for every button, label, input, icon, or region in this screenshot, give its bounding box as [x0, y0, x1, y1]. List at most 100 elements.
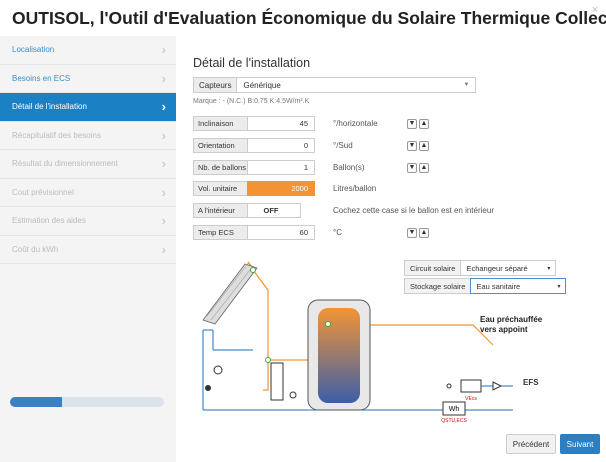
temp-unit: °C	[333, 228, 342, 237]
sidebar-item-aides[interactable]: Estimation des aides ›	[0, 207, 176, 236]
interieur-row: A l'intérieur OFF Cochez cette case si l…	[193, 203, 494, 218]
temp-input[interactable]: 60	[247, 225, 315, 240]
section-title: Détail de l'installation	[193, 56, 311, 70]
stockage-value: Eau sanitaire	[476, 281, 521, 291]
chevron-up-icon[interactable]: ▲	[419, 118, 429, 129]
chevron-up-icon[interactable]: ▲	[419, 140, 429, 151]
orientation-label: Orientation	[193, 138, 247, 153]
chevron-right-icon: ›	[161, 99, 166, 115]
eau-label: Eau préchauffée vers appoint	[480, 315, 542, 335]
vecs-label: VEcs	[465, 396, 477, 402]
inclinaison-label: Inclinaison	[193, 116, 247, 131]
interieur-label: A l'intérieur	[193, 203, 247, 218]
sidebar-item-kwh[interactable]: Coût du kWh ›	[0, 236, 176, 264]
eau-line1: Eau préchauffée	[480, 315, 543, 324]
sidebar-item-label: Résultat du dimensionnement	[12, 159, 118, 169]
sidebar-item-localisation[interactable]: Localisation ›	[0, 36, 176, 65]
chevron-down-icon[interactable]: ▼	[407, 227, 417, 238]
circuit-select[interactable]: Echangeur séparé ▾	[460, 260, 557, 276]
marque-text: Marque : - (N.C.) B:0.75 K:4.5W/m².K	[193, 98, 310, 105]
sensor-icon	[250, 267, 256, 273]
inclinaison-unit: °/horizontale	[333, 119, 378, 128]
orientation-input[interactable]: 0	[247, 138, 315, 153]
solar-panel	[202, 263, 258, 325]
sidebar-item-label: Cout prévisionnel	[12, 187, 74, 197]
app-title: OUTISOL, l'Outil d'Evaluation Économique…	[12, 8, 606, 28]
node-icon	[446, 383, 452, 389]
temp-stepper: ▼ ▲	[407, 227, 429, 238]
circuit-label: Circuit solaire	[404, 260, 461, 276]
previous-button[interactable]: Précédent	[506, 434, 556, 454]
caret-down-icon: ▼	[463, 82, 470, 88]
meter-icon	[460, 379, 482, 393]
inclinaison-row: Inclinaison 45 °/horizontale ▼ ▲	[193, 116, 429, 131]
chevron-right-icon: ›	[161, 184, 166, 200]
chevron-down-icon[interactable]: ▼	[407, 118, 417, 129]
chevron-right-icon: ›	[161, 42, 166, 58]
chevron-down-icon[interactable]: ▼	[407, 140, 417, 151]
sidebar-item-label: Coût du kWh	[12, 244, 59, 254]
sidebar-item-label: Récapitulatif des besoins	[12, 130, 101, 140]
tank-water	[318, 308, 360, 403]
circuit-row: Circuit solaire Echangeur séparé ▾	[404, 260, 557, 276]
ballons-row: Nb. de ballons 1 Ballon(s) ▼ ▲	[193, 160, 429, 175]
sidebar-item-label: Estimation des aides	[12, 216, 86, 226]
chevron-up-icon[interactable]: ▲	[419, 162, 429, 173]
ballons-stepper: ▼ ▲	[407, 162, 429, 173]
circuit-value: Echangeur séparé	[466, 263, 528, 273]
vol-unit: Litres/ballon	[333, 184, 377, 193]
next-button[interactable]: Suivant	[560, 434, 600, 454]
temp-label: Temp ECS	[193, 225, 247, 240]
chevron-up-icon[interactable]: ▲	[419, 227, 429, 238]
sidebar-item-resultat[interactable]: Résultat du dimensionnement ›	[0, 150, 176, 179]
wh-label: Wh	[449, 406, 460, 413]
sidebar-item-besoins[interactable]: Besoins en ECS ›	[0, 65, 176, 93]
inclinaison-input[interactable]: 45	[247, 116, 315, 131]
vol-input[interactable]: 2000	[247, 181, 315, 196]
pump-icon	[289, 391, 297, 399]
stockage-row: Stockage solaire Eau sanitaire ▾	[404, 278, 567, 294]
gauge-icon	[213, 365, 223, 375]
chevron-down-icon: ▾	[557, 283, 561, 290]
sidebar-item-cout[interactable]: Cout prévisionnel ›	[0, 179, 176, 207]
interieur-note: Cochez cette case si le ballon est en in…	[333, 206, 494, 215]
progress-fill	[10, 397, 63, 407]
temp-row: Temp ECS 60 °C ▼ ▲	[193, 225, 429, 240]
ballons-label: Nb. de ballons	[193, 160, 247, 175]
inclinaison-stepper: ▼ ▲	[407, 118, 429, 129]
interieur-toggle[interactable]: OFF	[247, 203, 301, 218]
capteurs-select[interactable]: Générique ▼	[236, 77, 477, 93]
chevron-down-icon[interactable]: ▼	[407, 162, 417, 173]
sidebar-item-detail[interactable]: Détail de l'installation ›	[0, 93, 176, 122]
chevron-right-icon: ›	[161, 70, 166, 86]
sensor-icon	[265, 357, 271, 363]
ballons-input[interactable]: 1	[247, 160, 315, 175]
heat-exchanger	[270, 362, 284, 401]
sidebar-item-recapitulatif[interactable]: Récapitulatif des besoins ›	[0, 122, 176, 150]
sidebar-item-label: Localisation	[12, 45, 55, 55]
sidebar-item-label: Besoins en ECS	[12, 73, 71, 83]
sensor-icon	[325, 321, 331, 327]
stockage-select[interactable]: Eau sanitaire ▾	[470, 278, 567, 294]
eau-line2: vers appoint	[480, 325, 528, 334]
capteurs-row: Capteurs Générique ▼	[193, 77, 477, 93]
qstu-label: QSTU,ECS	[441, 418, 467, 424]
stockage-label: Stockage solaire	[404, 278, 471, 294]
capteurs-value: Générique	[243, 80, 281, 90]
chevron-right-icon: ›	[161, 241, 166, 257]
progress-bar	[10, 397, 164, 407]
sidebar-item-label: Détail de l'installation	[12, 102, 87, 112]
orientation-row: Orientation 0 °/Sud ▼ ▲	[193, 138, 429, 153]
valve-icon	[492, 381, 503, 391]
chevron-right-icon: ›	[161, 156, 166, 172]
orientation-stepper: ▼ ▲	[407, 140, 429, 151]
vol-row: Vol. unitaire 2000 Litres/ballon	[193, 181, 407, 196]
chevron-right-icon: ›	[161, 213, 166, 229]
pump-icon	[205, 385, 211, 391]
chevron-down-icon: ▾	[547, 265, 551, 272]
chevron-right-icon: ›	[161, 127, 166, 143]
close-icon[interactable]: ×	[592, 4, 598, 16]
orientation-unit: °/Sud	[333, 141, 353, 150]
capteurs-label: Capteurs	[193, 77, 237, 93]
vol-label: Vol. unitaire	[193, 181, 247, 196]
